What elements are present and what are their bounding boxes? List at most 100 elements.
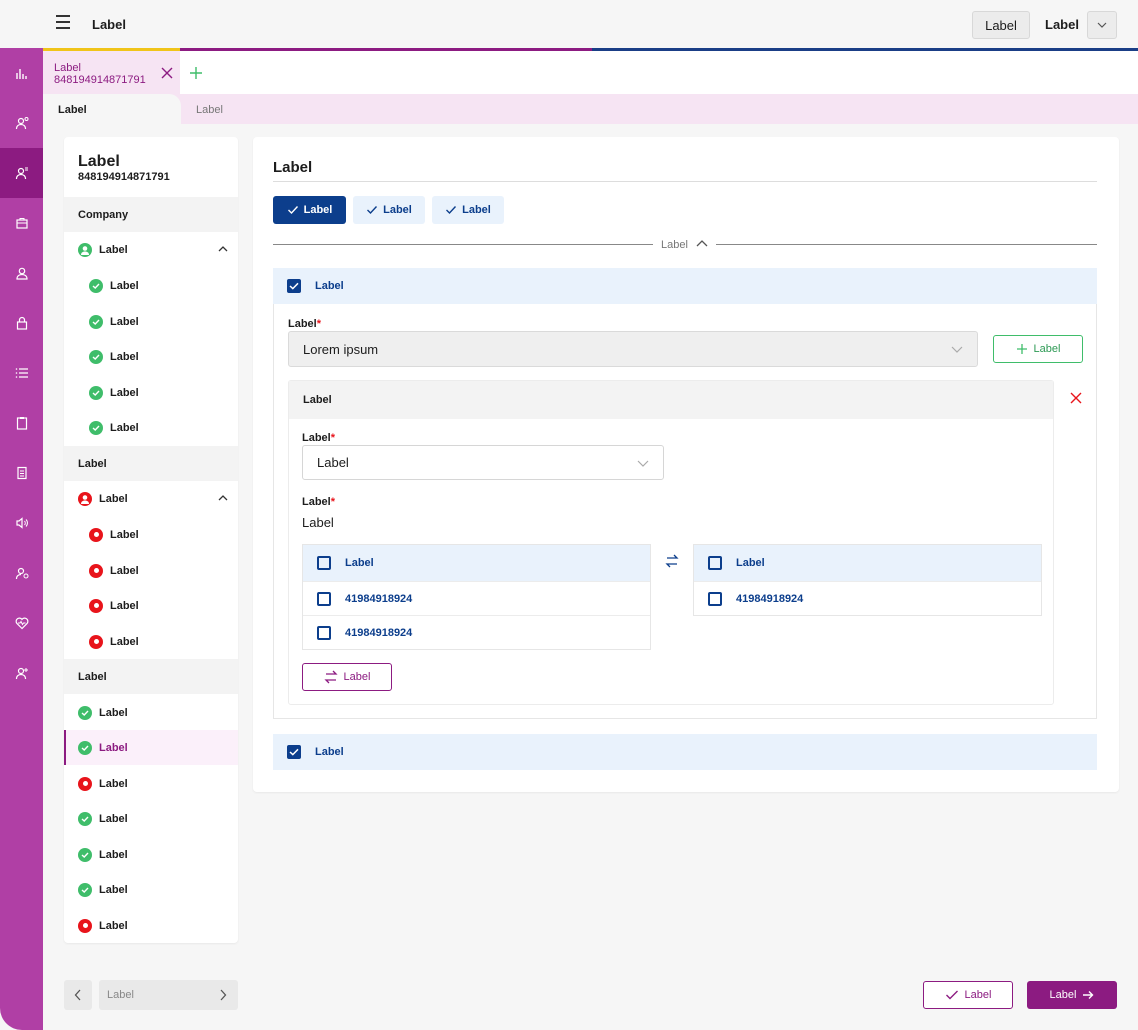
list-item[interactable]: 41984918924 — [303, 581, 650, 615]
primary-button-label: Label — [1049, 989, 1077, 1001]
section-2-checkbox[interactable] — [287, 745, 301, 759]
header-button[interactable]: Label — [972, 11, 1030, 39]
rail-item-dashboard[interactable] — [0, 48, 43, 98]
rail-item-document[interactable] — [0, 448, 43, 498]
sidebar-item[interactable]: Label — [64, 908, 238, 943]
sidebar-child-item[interactable]: Label — [64, 517, 238, 552]
rail-item-profile[interactable] — [0, 248, 43, 298]
rail-item-user-settings[interactable] — [0, 548, 43, 598]
plus-icon[interactable] — [189, 66, 203, 80]
sidebar-child-label: Label — [110, 635, 139, 648]
sidebar-child-item[interactable]: Label — [64, 375, 238, 410]
select-all-checkbox[interactable] — [317, 556, 331, 570]
close-icon[interactable] — [160, 66, 174, 80]
sidebar-parent-item[interactable]: Label — [64, 481, 238, 516]
user-ok-icon — [78, 242, 92, 257]
available-list-header[interactable]: Label — [303, 545, 650, 581]
error-circle-icon — [89, 598, 103, 613]
select-all-checkbox[interactable] — [708, 556, 722, 570]
sidebar-item[interactable]: Label — [64, 837, 238, 872]
sidebar-child-item[interactable]: Label — [64, 268, 238, 303]
move-button-label: Label — [343, 671, 371, 683]
record-sidebar: Label 848194914871791 Company Label Labe… — [64, 137, 238, 943]
error-circle-icon — [78, 918, 92, 933]
chevron-up-icon[interactable] — [696, 239, 708, 249]
rail-item-health[interactable] — [0, 598, 43, 648]
sidebar-group: Label — [64, 659, 238, 694]
chevron-right-icon[interactable] — [218, 989, 228, 1001]
sidebar-child-item[interactable]: Label — [64, 339, 238, 374]
tab-title[interactable]: Label 848194914871791 — [54, 62, 146, 86]
available-list: Label 41984918924 41984918924 — [302, 544, 651, 650]
sidebar-item[interactable]: Label — [64, 766, 238, 801]
row-checkbox[interactable] — [708, 591, 722, 606]
rail-item-users-search[interactable] — [0, 98, 43, 148]
app-title: Label — [92, 17, 126, 32]
row-checkbox[interactable] — [317, 625, 331, 640]
section-1-header[interactable]: Label — [273, 268, 1097, 304]
chevron-up-icon[interactable] — [218, 493, 228, 503]
sidebar-item-selected[interactable]: Label — [64, 730, 238, 765]
sidebar-child-item[interactable]: Label — [64, 410, 238, 445]
rail-item-clipboard[interactable] — [0, 398, 43, 448]
list-item-label: 41984918924 — [345, 626, 413, 639]
main-select[interactable]: Lorem ipsum — [288, 331, 978, 367]
sidebar-child-label: Label — [110, 599, 139, 612]
section-1-checkbox[interactable] — [287, 279, 301, 293]
user-plus-icon — [15, 667, 28, 680]
rail-item-users-active[interactable] — [0, 148, 43, 198]
rail-item-security[interactable] — [0, 298, 43, 348]
close-icon[interactable] — [1069, 391, 1083, 405]
check-circle-icon — [78, 847, 92, 862]
selected-list-header[interactable]: Label — [694, 545, 1041, 581]
subtab-1[interactable]: Label — [58, 104, 87, 116]
sidebar-item[interactable]: Label — [64, 872, 238, 907]
sidebar-parent-item[interactable]: Label — [64, 232, 238, 267]
subtab-2[interactable]: Label — [196, 104, 223, 116]
rail-item-list[interactable] — [0, 348, 43, 398]
sidebar-child-label: Label — [110, 386, 139, 399]
plus-icon — [1016, 344, 1027, 354]
hamburger-menu-icon[interactable] — [56, 15, 70, 31]
primary-action-button[interactable]: Label — [1027, 981, 1117, 1009]
sidebar-child-item[interactable]: Label — [64, 304, 238, 339]
pager-select[interactable]: Label — [99, 980, 238, 1010]
secondary-button-label: Label — [964, 989, 992, 1001]
user-menu-dropdown[interactable] — [1087, 11, 1117, 39]
sidebar-item[interactable]: Label — [64, 801, 238, 836]
list-item[interactable]: 41984918924 — [694, 581, 1041, 615]
filter-chip-2[interactable]: Label — [353, 196, 425, 224]
rail-item-add-user[interactable] — [0, 648, 43, 698]
rail-item-announcements[interactable] — [0, 498, 43, 548]
row-checkbox[interactable] — [317, 591, 331, 606]
section-1-label: Label — [315, 280, 344, 292]
sidebar-child-label: Label — [110, 315, 139, 328]
sidebar-item[interactable]: Label — [64, 695, 238, 730]
filter-chip-1[interactable]: Label — [273, 196, 346, 224]
pager-prev-button[interactable] — [64, 980, 92, 1010]
tab-strip — [43, 48, 1138, 94]
check-circle-icon — [78, 740, 92, 755]
sidebar-child-item[interactable]: Label — [64, 553, 238, 588]
selected-list: Label 41984918924 — [693, 544, 1042, 616]
card-select-value: Label — [317, 455, 349, 470]
briefcase-icon — [15, 218, 28, 229]
list-item[interactable]: 41984918924 — [303, 615, 650, 649]
swap-arrows-icon[interactable] — [665, 554, 679, 568]
chevron-up-icon[interactable] — [218, 244, 228, 254]
user-error-icon — [78, 491, 92, 506]
collapse-divider-left — [273, 244, 653, 245]
collapse-toggle-label[interactable]: Label — [661, 239, 688, 251]
rail-item-briefcase[interactable] — [0, 198, 43, 248]
filter-chip-3[interactable]: Label — [432, 196, 504, 224]
heart-pulse-icon — [15, 617, 28, 630]
sidebar-parent-label: Label — [99, 243, 128, 256]
move-button[interactable]: Label — [302, 663, 392, 691]
card-select[interactable]: Label — [302, 445, 664, 480]
sidebar-child-item[interactable]: Label — [64, 624, 238, 659]
user-search-icon — [15, 117, 28, 130]
add-button[interactable]: Label — [993, 335, 1083, 363]
sidebar-child-item[interactable]: Label — [64, 588, 238, 623]
secondary-action-button[interactable]: Label — [923, 981, 1013, 1009]
section-2-header[interactable]: Label — [273, 734, 1097, 770]
